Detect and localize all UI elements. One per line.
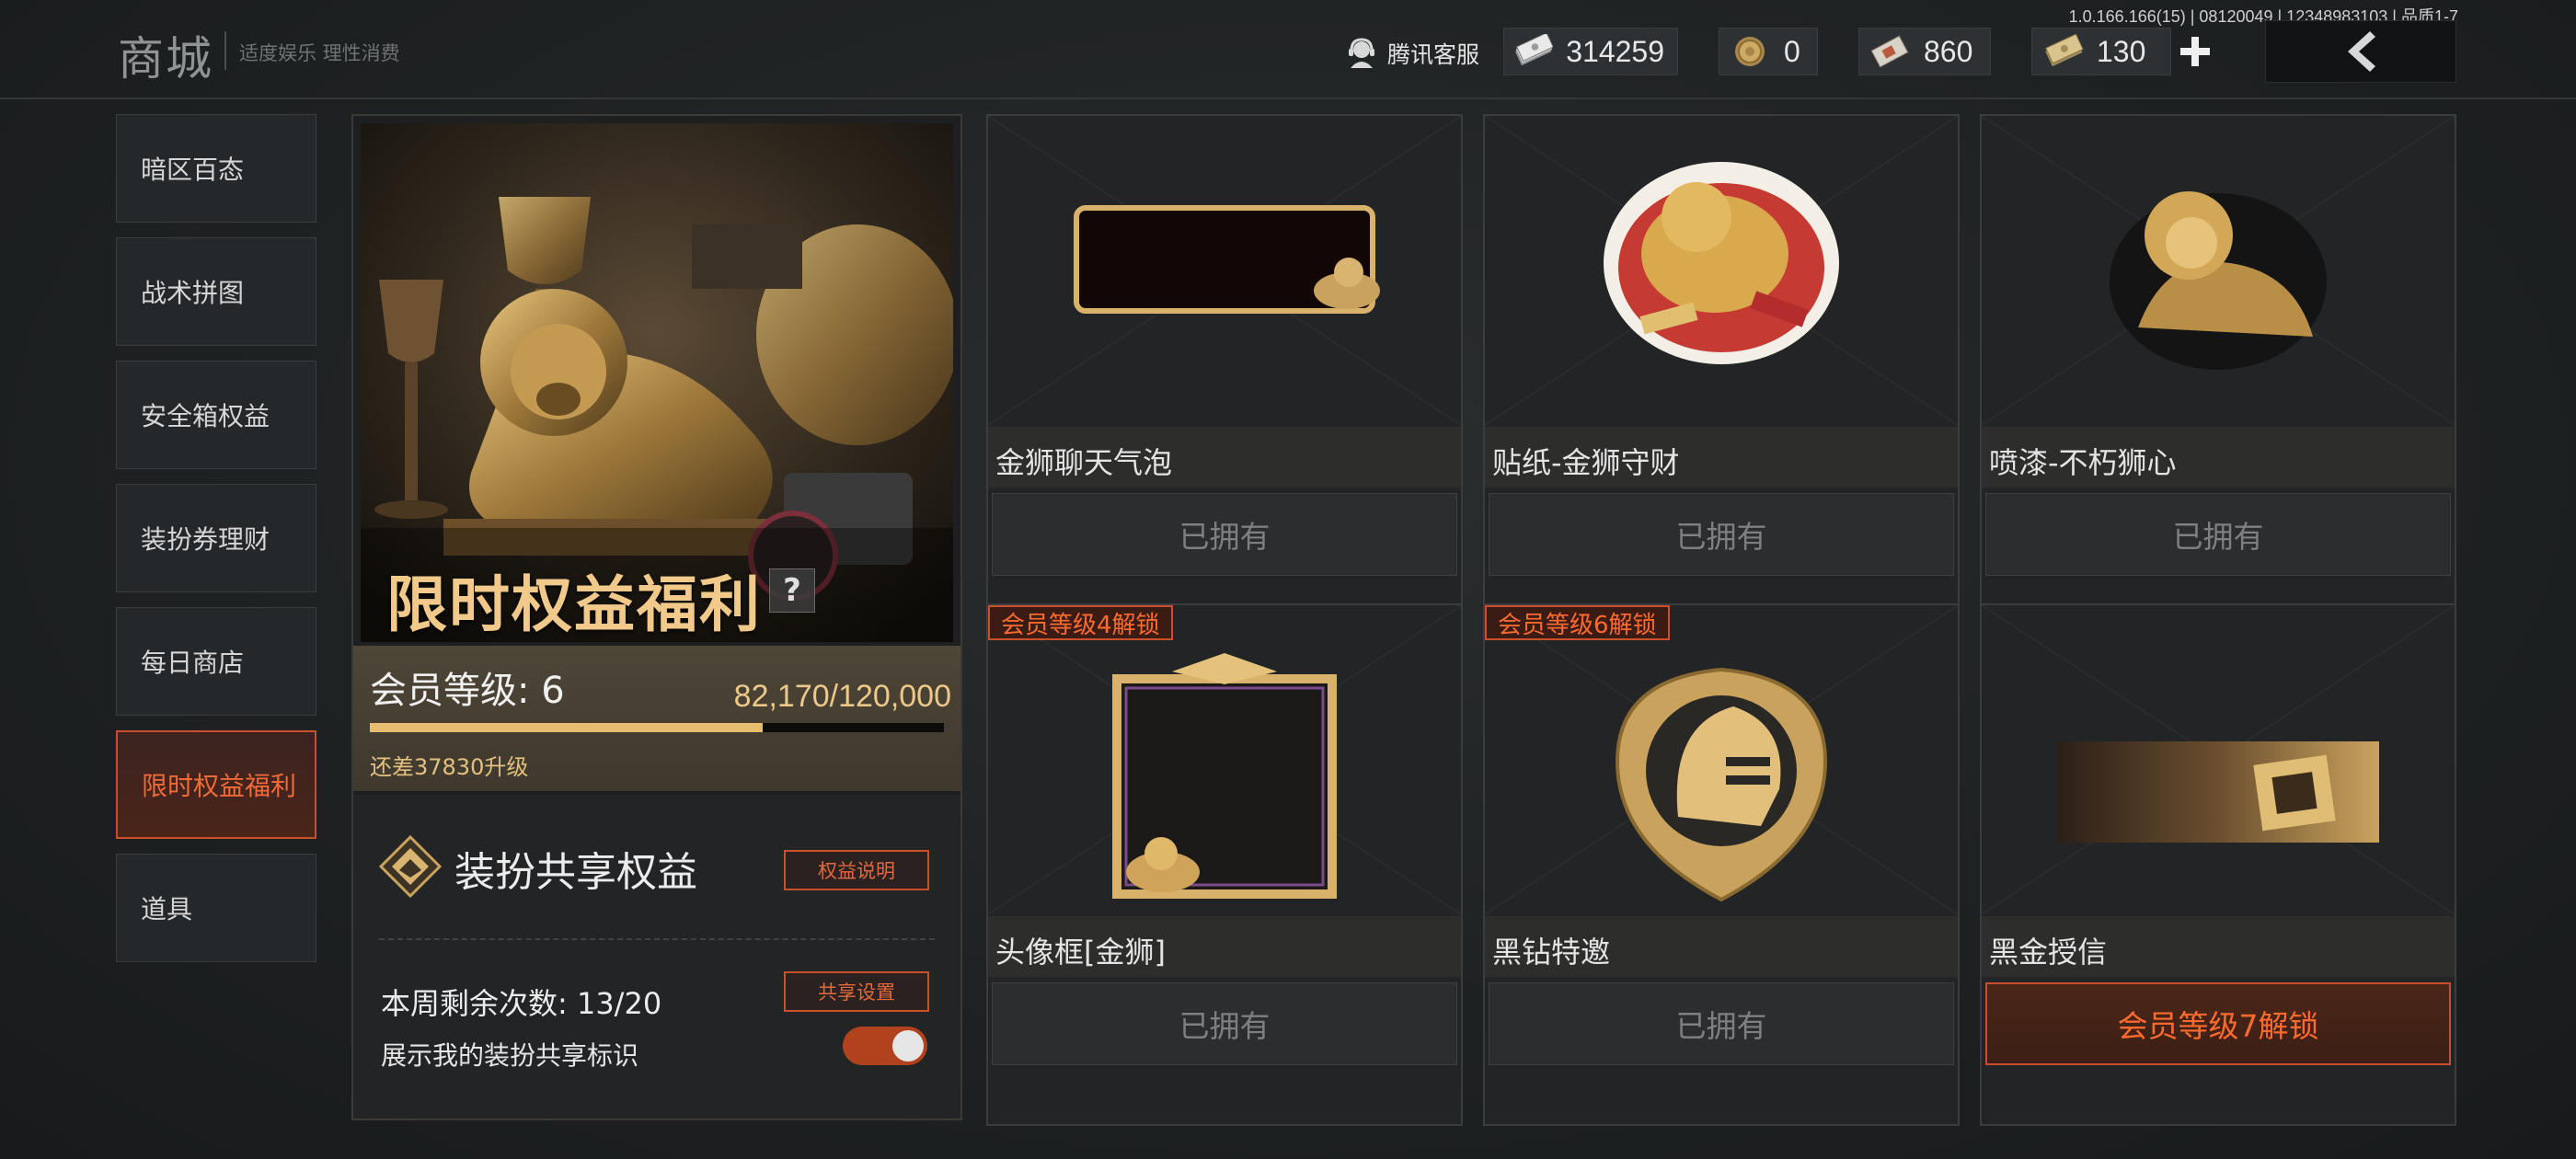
currency-voucher[interactable]: 860 xyxy=(1858,28,1991,75)
membership-progress-text: 82,170/120,000 xyxy=(733,679,951,714)
currency-cash-value: 314259 xyxy=(1566,34,1664,68)
owned-button[interactable]: 已拥有 xyxy=(992,493,1457,576)
unlock-requirement-button[interactable]: 会员等级7解锁 xyxy=(1985,982,2451,1065)
item-card-sticker[interactable]: 贴纸-金狮守财 已拥有 xyxy=(1483,114,1960,637)
outfit-share-box: 装扮共享权益 权益说明 本周剩余次数: 13/20 共享设置 展示我的装扮共享标… xyxy=(353,795,960,1119)
gold-coin-icon xyxy=(1735,37,1765,66)
slogan-text: 适度娱乐 理性消费 xyxy=(239,42,400,64)
avatar-frame-icon xyxy=(988,605,1461,914)
plus-icon xyxy=(2180,37,2210,66)
cash-bundle-icon xyxy=(1514,34,1554,66)
unlock-level-badge: 会员等级6解锁 xyxy=(1485,605,1670,640)
item-card-black-gold-credit[interactable]: 黑金授信 会员等级7解锁 xyxy=(1980,603,2456,1126)
currency-banknote[interactable]: 130 xyxy=(2031,28,2171,75)
diamond-share-icon xyxy=(378,834,443,899)
sidebar-item-underground[interactable]: 暗区百态 xyxy=(116,114,316,223)
card-name: 头像框[金狮] xyxy=(995,935,1166,970)
gold-card-banner-icon xyxy=(1982,605,2455,914)
card-name: 金狮聊天气泡 xyxy=(995,445,1173,480)
item-card-chat-bubble[interactable]: 金狮聊天气泡 已拥有 xyxy=(986,114,1463,637)
membership-level-label: 会员等级: 6 xyxy=(370,670,565,712)
owned-button[interactable]: 已拥有 xyxy=(1489,493,1954,576)
card-name: 黑钻特邀 xyxy=(1492,935,1611,970)
item-card-spray[interactable]: 喷漆-不朽狮心 已拥有 xyxy=(1980,114,2456,637)
currency-cash[interactable]: 314259 xyxy=(1503,28,1678,75)
item-card-black-diamond[interactable]: 会员等级6解锁 黑钻特邀 已拥有 xyxy=(1483,603,1960,1126)
sidebar-item-tactical-puzzle[interactable]: 战术拼图 xyxy=(116,237,316,346)
show-share-badge-toggle[interactable] xyxy=(843,1027,927,1065)
share-title: 装扮共享权益 xyxy=(454,849,697,896)
owned-button[interactable]: 已拥有 xyxy=(992,982,1457,1065)
voucher-icon xyxy=(1870,35,1909,68)
lion-sticker-icon xyxy=(1485,116,1958,425)
customer-service-label: 腾讯客服 xyxy=(1387,41,1480,68)
level-up-remaining: 还差37830升级 xyxy=(370,754,529,780)
add-currency-button[interactable] xyxy=(2175,31,2215,72)
currency-coin-value: 0 xyxy=(1784,34,1800,68)
weekly-remaining-count: 本周剩余次数: 13/20 xyxy=(381,986,662,1021)
benefits-panel: 限时权益福利 ? 会员等级: 6 82,170/120,000 还差37830升… xyxy=(351,114,962,1120)
helmet-emblem-icon xyxy=(1485,605,1958,914)
title-divider xyxy=(224,31,226,70)
card-name: 贴纸-金狮守财 xyxy=(1492,445,1680,480)
headset-icon xyxy=(1349,38,1374,68)
owned-button[interactable]: 已拥有 xyxy=(1489,982,1954,1065)
sidebar-item-voucher-finance[interactable]: 装扮券理财 xyxy=(116,484,316,592)
banknote-icon xyxy=(2045,34,2084,67)
benefit-info-button[interactable]: 权益说明 xyxy=(784,850,929,890)
card-name: 喷漆-不朽狮心 xyxy=(1989,445,2177,480)
card-name: 黑金授信 xyxy=(1989,935,2108,970)
toggle-knob xyxy=(892,1030,924,1061)
divider xyxy=(379,938,935,940)
item-card-avatar-frame[interactable]: 会员等级4解锁 头像框[金狮] 已拥有 xyxy=(986,603,1463,1126)
hero-title: 限时权益福利 xyxy=(386,569,762,640)
share-settings-button[interactable]: 共享设置 xyxy=(784,971,929,1012)
chevron-left-icon xyxy=(2348,31,2375,72)
membership-progress-bar xyxy=(370,723,944,732)
lion-spray-icon xyxy=(1982,116,2455,425)
currency-coin[interactable]: 0 xyxy=(1719,28,1818,75)
sidebar-item-props[interactable]: 道具 xyxy=(116,854,316,962)
owned-button[interactable]: 已拥有 xyxy=(1985,493,2451,576)
chat-bubble-lion-icon xyxy=(988,116,1461,425)
back-button[interactable] xyxy=(2265,20,2456,83)
show-share-badge-label: 展示我的装扮共享标识 xyxy=(381,1040,639,1071)
sidebar-item-daily-shop[interactable]: 每日商店 xyxy=(116,607,316,716)
top-bar: 1.0.166.166(15) | 08120049 | 12348983103… xyxy=(0,0,2576,99)
hero-banner: 限时权益福利 ? xyxy=(361,123,953,642)
sidebar-item-safebox[interactable]: 安全箱权益 xyxy=(116,361,316,469)
customer-service-button[interactable]: 腾讯客服 xyxy=(1343,33,1479,74)
help-button[interactable]: ? xyxy=(769,568,815,613)
sidebar-item-limited-benefits[interactable]: 限时权益福利 xyxy=(116,730,316,839)
page-title: 商城 xyxy=(118,32,213,86)
membership-level-box: 会员等级: 6 82,170/120,000 还差37830升级 xyxy=(353,646,960,791)
currency-voucher-value: 860 xyxy=(1924,34,1973,68)
unlock-level-badge: 会员等级4解锁 xyxy=(988,605,1173,640)
membership-progress-fill xyxy=(370,723,764,732)
currency-banknote-value: 130 xyxy=(2097,34,2146,68)
